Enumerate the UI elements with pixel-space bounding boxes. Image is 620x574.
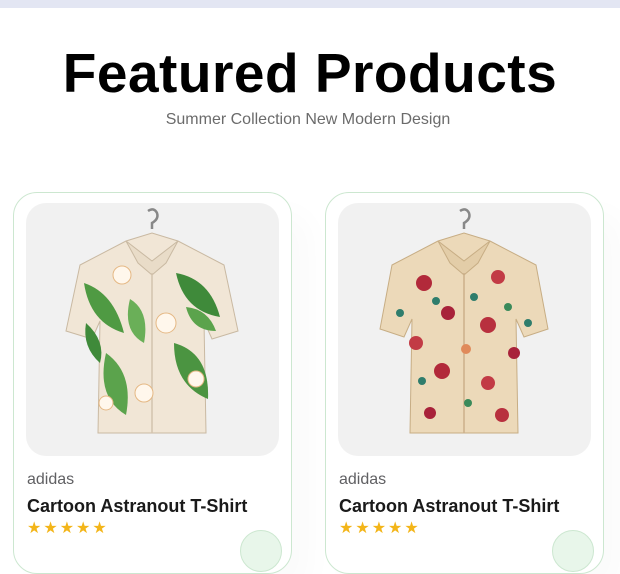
- product-image[interactable]: [26, 203, 279, 456]
- rating-stars: ★ ★ ★ ★ ★: [339, 518, 421, 538]
- star-icon: ★: [43, 520, 58, 537]
- add-to-cart-button[interactable]: [240, 530, 282, 572]
- product-name[interactable]: Cartoon Astranout T-Shirt: [27, 496, 247, 517]
- section-title: Featured Products: [62, 42, 558, 104]
- add-to-cart-button[interactable]: [552, 530, 594, 572]
- star-icon: ★: [92, 520, 107, 537]
- rating-stars: ★ ★ ★ ★ ★: [27, 518, 109, 538]
- star-icon: ★: [339, 520, 354, 537]
- product-brand: adidas: [27, 471, 75, 488]
- product-card[interactable]: adidas Cartoon Astranout T-Shirt ★ ★ ★ ★ ★: [13, 192, 292, 574]
- red-floral-print-shirt-icon: [379, 208, 549, 434]
- star-icon: ★: [76, 520, 91, 537]
- product-brand: adidas: [339, 471, 387, 488]
- product-card[interactable]: adidas Cartoon Astranout T-Shirt ★ ★ ★ ★ ★: [325, 192, 604, 574]
- star-icon: ★: [371, 520, 387, 537]
- product-name[interactable]: Cartoon Astranout T-Shirt: [339, 496, 559, 517]
- star-icon: ★: [355, 520, 370, 537]
- star-icon: ★: [27, 520, 42, 537]
- star-icon: ★: [388, 520, 403, 537]
- star-icon: ★: [59, 520, 75, 537]
- tropical-leaf-print-shirt-icon: [65, 208, 239, 434]
- star-icon: ★: [404, 520, 419, 537]
- product-image[interactable]: [338, 203, 591, 456]
- header-bar-edge: [0, 0, 620, 8]
- section-subtitle: Summer Collection New Modern Design: [165, 111, 451, 128]
